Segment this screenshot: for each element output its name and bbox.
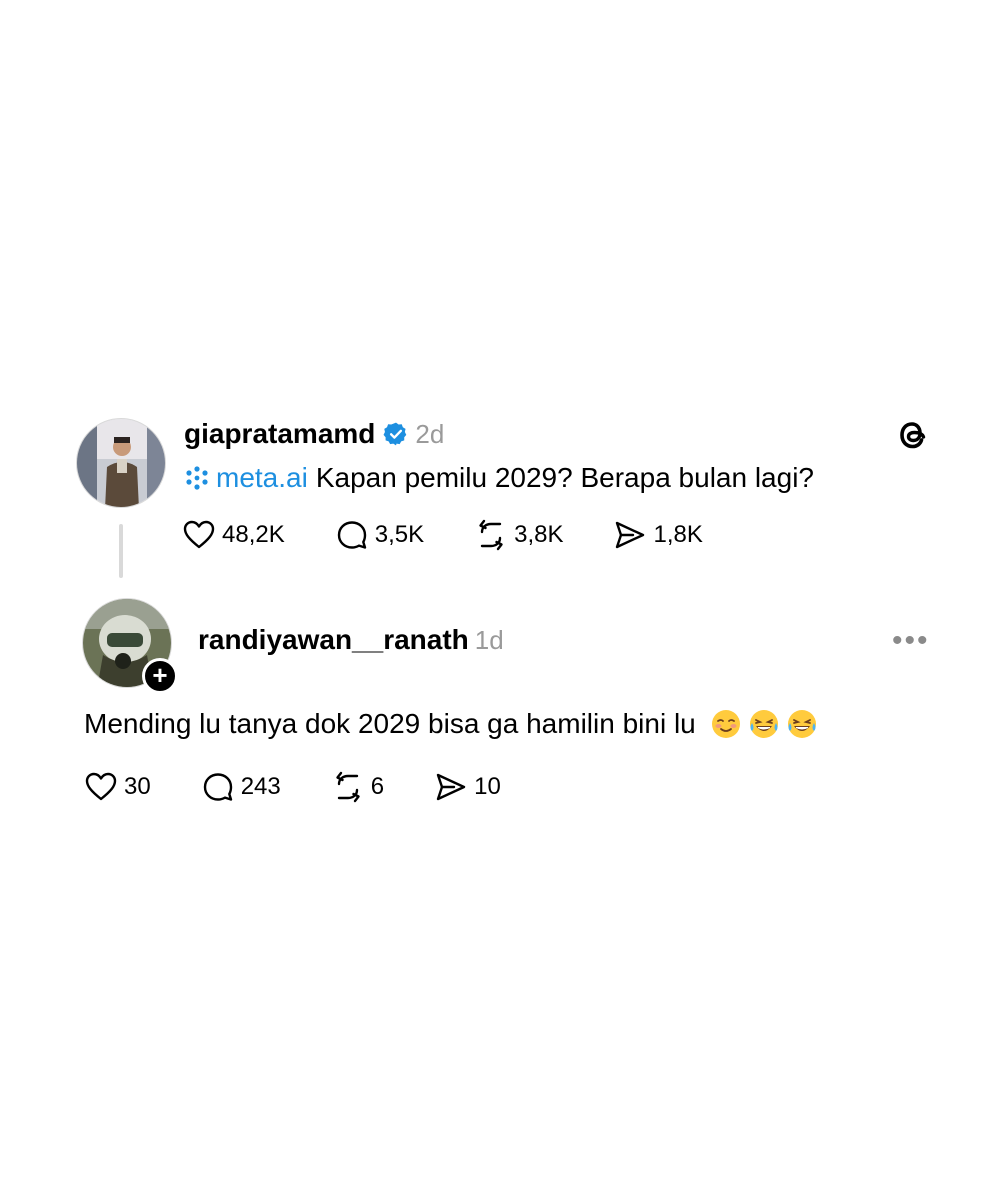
- op-repost-count: 3,8K: [514, 521, 564, 548]
- reply-username[interactable]: randiyawan__ranath: [198, 624, 469, 656]
- reply-reply-count: 243: [240, 773, 281, 800]
- threads-post-card: giapratamamd 2d meta.ai Kapan pemilu 202…: [66, 372, 950, 832]
- reply-like-count: 30: [124, 773, 151, 800]
- heart-icon: [85, 772, 117, 801]
- meta-ai-mention[interactable]: meta.ai: [184, 462, 308, 494]
- repost-icon: [479, 519, 503, 551]
- reply-share-button[interactable]: 10: [434, 770, 501, 804]
- op-share-count: 1,8K: [653, 521, 703, 548]
- send-icon: [616, 521, 645, 549]
- send-icon: [436, 773, 466, 801]
- comment-icon: [203, 773, 232, 801]
- op-reply-button[interactable]: 3,5K: [335, 518, 424, 552]
- relieved-face-emoji-icon: [711, 710, 740, 738]
- reply-repost-count: 6: [370, 773, 385, 800]
- reply-post-text: Mending lu tanya dok 2029 bisa ga hamili…: [84, 708, 818, 740]
- reply-share-count: 10: [474, 773, 501, 800]
- comment-icon: [337, 521, 366, 549]
- op-share-button[interactable]: 1,8K: [613, 518, 703, 552]
- op-post-body: Kapan pemilu 2029? Berapa bulan lagi?: [315, 462, 814, 493]
- more-options-icon[interactable]: •••: [892, 624, 930, 658]
- verified-badge-icon: [383, 422, 407, 446]
- op-like-button[interactable]: 48,2K: [182, 518, 285, 552]
- op-avatar[interactable]: [76, 418, 166, 508]
- op-post-text: meta.ai Kapan pemilu 2029? Berapa bulan …: [184, 462, 814, 494]
- reply-action-bar: 30 243 6 10: [84, 770, 551, 804]
- reply-post-body: Mending lu tanya dok 2029 bisa ga hamili…: [84, 708, 696, 739]
- repost-icon: [336, 771, 360, 803]
- reply-timestamp: 1d: [474, 624, 504, 655]
- op-repost-button[interactable]: 3,8K: [474, 518, 563, 552]
- op-timestamp: 2d: [415, 418, 445, 449]
- meta-ai-mention-label: meta.ai: [216, 462, 308, 493]
- tears-of-joy-emoji-icon: [787, 710, 816, 738]
- reply-repost-button[interactable]: 6: [331, 770, 384, 804]
- thread-connector-line: [119, 524, 123, 578]
- threads-logo-icon[interactable]: [894, 416, 930, 454]
- op-username[interactable]: giapratamamd: [184, 418, 375, 450]
- reply-reply-button[interactable]: 243: [201, 770, 281, 804]
- op-like-count: 48,2K: [222, 521, 285, 548]
- op-action-bar: 48,2K 3,5K 3,8K 1,8K: [182, 518, 753, 552]
- meta-ai-sparkle-icon: [186, 466, 208, 490]
- follow-plus-badge[interactable]: +: [142, 658, 178, 694]
- reply-header: randiyawan__ranath 1d: [198, 624, 504, 656]
- reply-like-button[interactable]: 30: [84, 770, 151, 804]
- op-reply-count: 3,5K: [374, 521, 425, 548]
- heart-icon: [183, 520, 215, 549]
- op-header: giapratamamd 2d: [184, 416, 444, 452]
- tears-of-joy-emoji-icon: [749, 710, 778, 738]
